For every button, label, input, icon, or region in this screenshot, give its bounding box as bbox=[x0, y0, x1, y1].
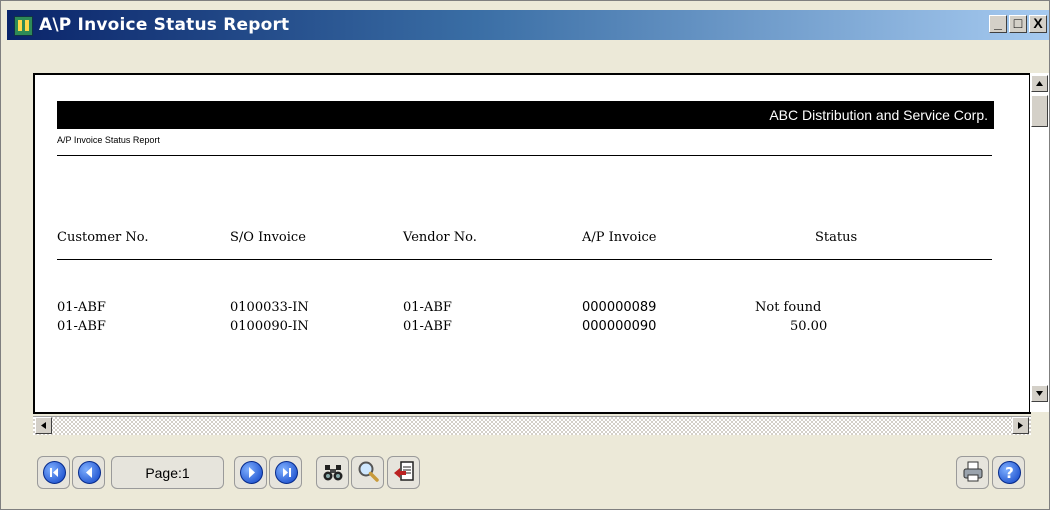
magnifier-icon bbox=[358, 461, 379, 482]
close-button[interactable]: X bbox=[1029, 15, 1047, 33]
cell-vendor: 01-ABF bbox=[403, 319, 452, 334]
zoom-button[interactable] bbox=[351, 456, 384, 489]
cell-customer: 01-ABF bbox=[57, 300, 106, 315]
column-header-so-invoice: S/O Invoice bbox=[230, 230, 306, 245]
previous-page-button[interactable] bbox=[72, 456, 105, 489]
vertical-scrollbar[interactable] bbox=[1030, 73, 1049, 412]
page-label: Page:1 bbox=[145, 465, 190, 481]
window-controls: _ □ X bbox=[989, 15, 1047, 33]
binoculars-icon bbox=[323, 465, 343, 481]
first-page-button[interactable] bbox=[37, 456, 70, 489]
scroll-down-button[interactable] bbox=[1031, 385, 1048, 402]
header-divider bbox=[57, 155, 992, 156]
first-page-icon bbox=[43, 461, 66, 484]
last-page-button[interactable] bbox=[269, 456, 302, 489]
column-header-vendor: Vendor No. bbox=[403, 230, 477, 245]
minimize-button[interactable]: _ bbox=[989, 15, 1007, 33]
arrow-down-icon bbox=[1036, 391, 1043, 396]
arrow-right-icon bbox=[1018, 422, 1023, 429]
scroll-right-button[interactable] bbox=[1012, 417, 1029, 434]
report-banner: ABC Distribution and Service Corp. bbox=[57, 101, 994, 129]
scroll-up-button[interactable] bbox=[1031, 75, 1048, 92]
printer-icon bbox=[963, 461, 983, 482]
cell-so-invoice: 0100033-IN bbox=[230, 300, 309, 315]
arrow-left-icon bbox=[41, 422, 46, 429]
next-page-button[interactable] bbox=[234, 456, 267, 489]
report-preview: ABC Distribution and Service Corp. A/P I… bbox=[33, 73, 1031, 414]
company-name: ABC Distribution and Service Corp. bbox=[769, 107, 988, 123]
previous-page-icon bbox=[78, 461, 101, 484]
scroll-left-button[interactable] bbox=[35, 417, 52, 434]
scroll-thumb[interactable] bbox=[1031, 95, 1048, 127]
report-subtitle: A/P Invoice Status Report bbox=[57, 135, 160, 145]
column-header-customer: Customer No. bbox=[57, 230, 149, 245]
app-icon bbox=[14, 16, 33, 36]
help-icon: ? bbox=[998, 461, 1021, 484]
report-window: A\P Invoice Status Report _ □ X ABC Dist… bbox=[0, 0, 1050, 510]
export-button[interactable] bbox=[387, 456, 420, 489]
cell-status: 50.00 bbox=[790, 319, 828, 334]
columns-divider bbox=[57, 259, 992, 260]
export-icon bbox=[394, 461, 414, 481]
cell-vendor: 01-ABF bbox=[403, 300, 452, 315]
page-indicator: Page:1 bbox=[111, 456, 224, 489]
horizontal-scrollbar[interactable] bbox=[33, 416, 1031, 435]
window-title: A\P Invoice Status Report bbox=[39, 15, 290, 35]
svg-text:?: ? bbox=[1005, 464, 1014, 482]
cell-status: Not found bbox=[755, 300, 822, 315]
help-button[interactable]: ? bbox=[992, 456, 1025, 489]
last-page-icon bbox=[275, 461, 298, 484]
cell-ap-invoice: 000000090 bbox=[582, 319, 657, 334]
next-page-icon bbox=[240, 461, 263, 484]
cell-ap-invoice: 000000089 bbox=[582, 300, 657, 315]
print-button[interactable] bbox=[956, 456, 989, 489]
maximize-button[interactable]: □ bbox=[1009, 15, 1027, 33]
find-button[interactable] bbox=[316, 456, 349, 489]
column-header-status: Status bbox=[815, 230, 858, 245]
cell-customer: 01-ABF bbox=[57, 319, 106, 334]
column-header-ap-invoice: A/P Invoice bbox=[582, 230, 657, 245]
cell-so-invoice: 0100090-IN bbox=[230, 319, 309, 334]
arrow-up-icon bbox=[1036, 81, 1043, 86]
title-bar[interactable]: A\P Invoice Status Report _ □ X bbox=[7, 10, 1049, 40]
